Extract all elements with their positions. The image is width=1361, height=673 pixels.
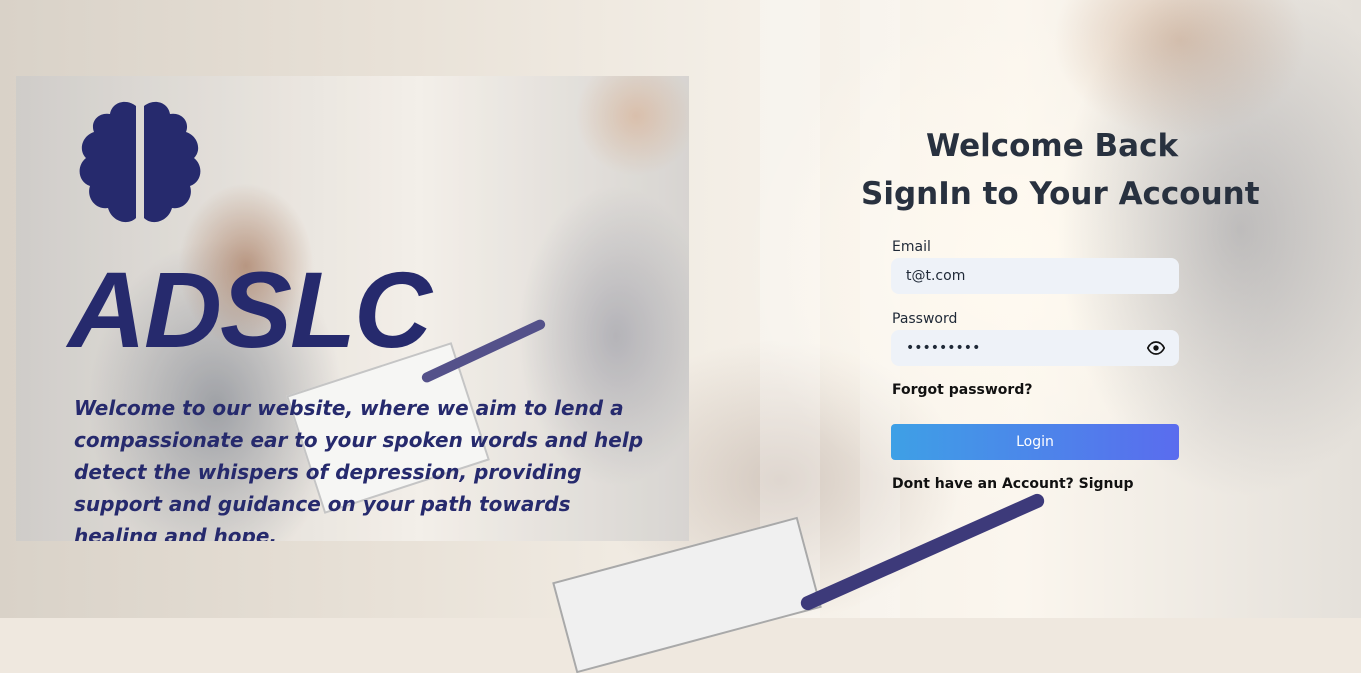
signup-prompt: Dont have an Account? [892,476,1074,492]
signup-row: Dont have an Account? Signup [892,476,1134,492]
forgot-password-link[interactable]: Forgot password? [892,382,1032,398]
brain-icon [79,101,201,223]
signin-heading: SignIn to Your Account [861,176,1260,212]
signup-link[interactable]: Signup [1079,476,1134,492]
password-label: Password [892,311,958,327]
email-label: Email [892,239,931,255]
brand-name: ADSLC [68,249,432,370]
login-button[interactable]: Login [891,424,1179,460]
brand-tagline: Welcome to our website, where we aim to … [74,396,644,541]
password-field[interactable] [891,330,1179,366]
hero-card: ADSLC Welcome to our website, where we a… [16,76,689,541]
welcome-heading: Welcome Back [926,128,1179,164]
background-light-stripe [860,0,900,618]
eye-icon[interactable] [1147,339,1165,357]
email-field[interactable] [891,258,1179,294]
